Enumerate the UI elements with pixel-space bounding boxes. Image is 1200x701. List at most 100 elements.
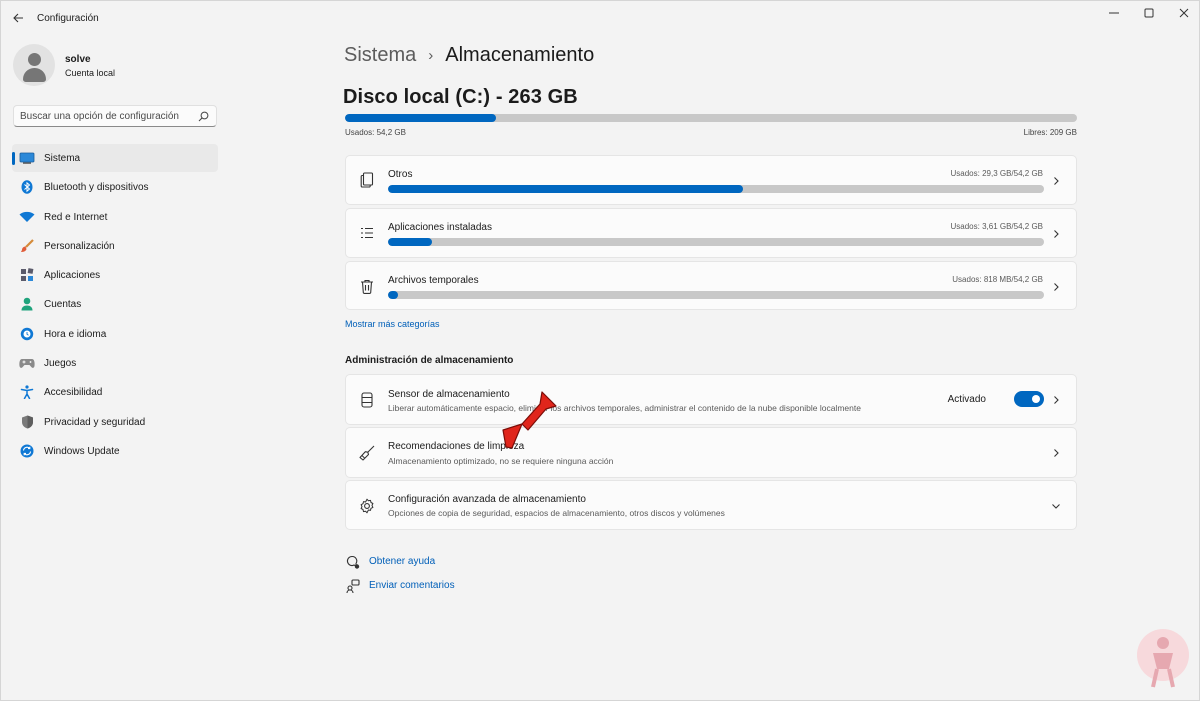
sidebar-item-label: Aplicaciones [44, 270, 101, 282]
sidebar-item-label: Sistema [44, 153, 81, 164]
send-feedback-label: Enviar comentarios [369, 580, 455, 591]
breadcrumb-parent[interactable]: Sistema [344, 44, 416, 67]
chevron-right-icon [1054, 230, 1059, 238]
watermark-logo-icon [1137, 629, 1189, 688]
cleanup-recommendations-card[interactable]: Recomendaciones de limpieza Almacenamien… [345, 427, 1077, 478]
sidebar-item-label: Personalización [44, 240, 115, 252]
bluetooth-icon [19, 180, 35, 195]
time-language-icon [19, 327, 35, 341]
sidebar-item-windows-update[interactable]: Windows Update [12, 437, 218, 465]
sidebar-item-privacidad[interactable]: Privacidad y seguridad [12, 408, 218, 436]
category-card-otros[interactable]: Otros Usados: 29,3 GB/54,2 GB [345, 155, 1077, 205]
close-icon [1179, 8, 1189, 18]
chevron-right-icon [1054, 283, 1059, 291]
title-bar: Configuración [0, 0, 1200, 36]
breadcrumb: Sistema › Almacenamiento [344, 44, 594, 67]
back-button[interactable] [6, 6, 30, 30]
sidebar-item-aplicaciones[interactable]: Aplicaciones [12, 261, 218, 289]
other-files-icon [358, 171, 376, 189]
sidebar-item-label: Hora e idioma [44, 328, 107, 340]
windows-update-icon [19, 444, 35, 458]
send-feedback-link[interactable]: Enviar comentarios [345, 578, 455, 594]
sidebar-nav: Sistema Bluetooth y dispositivos Red e I… [12, 144, 218, 466]
apps-icon [19, 268, 35, 282]
sidebar-item-label: Privacidad y seguridad [44, 416, 146, 428]
storage-sense-title: Sensor de almacenamiento [388, 389, 510, 400]
profile-account-type: Cuenta local [65, 68, 116, 78]
feedback-icon [345, 578, 361, 594]
disk-free-label: Libres: 209 GB [1023, 128, 1077, 137]
storage-sense-toggle[interactable] [1014, 391, 1044, 407]
app-title: Configuración [37, 13, 99, 24]
category-usage-fill [388, 291, 398, 299]
accessibility-icon [19, 385, 35, 400]
minimize-button[interactable] [1095, 0, 1133, 26]
chevron-right-icon [1054, 396, 1059, 404]
section-title: Administración de almacenamiento [345, 355, 514, 366]
sidebar-item-personalizacion[interactable]: Personalización [12, 232, 218, 260]
category-label: Aplicaciones instaladas [388, 222, 492, 233]
maximize-icon [1144, 8, 1154, 18]
category-label: Archivos temporales [388, 275, 479, 286]
search-input[interactable] [20, 110, 195, 123]
toggle-knob [1032, 395, 1040, 403]
sidebar-item-sistema[interactable]: Sistema [12, 144, 218, 172]
annotation-arrow-icon [502, 391, 557, 449]
avatar [13, 44, 55, 86]
search-icon[interactable] [198, 111, 209, 122]
shield-icon [19, 415, 35, 429]
minimize-icon [1109, 12, 1119, 14]
wifi-icon [19, 210, 35, 224]
sidebar-item-label: Cuentas [44, 299, 82, 311]
storage-sense-card[interactable]: Sensor de almacenamiento Liberar automát… [345, 374, 1077, 425]
sidebar-item-label: Juegos [44, 358, 77, 370]
installed-apps-icon [358, 224, 376, 242]
chevron-right-icon [1054, 177, 1059, 185]
toggle-state-label: Activado [947, 394, 986, 405]
cleanup-description: Almacenamiento optimizado, no se requier… [388, 456, 614, 466]
sidebar-item-hora-idioma[interactable]: Hora e idioma [12, 320, 218, 348]
category-card-aplicaciones[interactable]: Aplicaciones instaladas Usados: 3,61 GB/… [345, 208, 1077, 258]
sidebar-item-bluetooth[interactable]: Bluetooth y dispositivos [12, 173, 218, 201]
advanced-storage-description: Opciones de copia de seguridad, espacios… [388, 508, 725, 518]
category-usage-bar [388, 238, 1044, 246]
system-icon [19, 151, 35, 165]
category-usage-bar [388, 185, 1044, 193]
storage-sense-description: Liberar automáticamente espacio, elimina… [388, 403, 861, 413]
sidebar-item-label: Bluetooth y dispositivos [44, 182, 149, 194]
maximize-button[interactable] [1130, 0, 1168, 26]
category-usage-fill [388, 238, 432, 246]
gamepad-icon [19, 356, 35, 370]
brush-icon [19, 239, 35, 253]
arrow-left-icon [12, 13, 23, 23]
disk-usage-bar [345, 114, 1077, 122]
page-title: Almacenamiento [445, 44, 595, 66]
sidebar-item-label: Accesibilidad [44, 387, 103, 399]
trash-icon [358, 277, 376, 295]
sidebar-item-juegos[interactable]: Juegos [12, 349, 218, 377]
close-button[interactable] [1165, 0, 1200, 26]
chevron-right-icon [1054, 449, 1059, 457]
sidebar-item-accesibilidad[interactable]: Accesibilidad [12, 378, 218, 406]
category-card-temporales[interactable]: Archivos temporales Usados: 818 MB/54,2 … [345, 261, 1077, 310]
broom-icon [358, 444, 376, 462]
accounts-icon [19, 297, 35, 311]
gear-icon [358, 497, 376, 515]
advanced-storage-card[interactable]: Configuración avanzada de almacenamiento… [345, 480, 1077, 530]
sidebar-item-label: Windows Update [44, 445, 120, 457]
show-more-categories-link[interactable]: Mostrar más categorías [345, 319, 440, 329]
storage-drive-icon [358, 391, 376, 409]
advanced-storage-title: Configuración avanzada de almacenamiento [388, 494, 586, 505]
help-chat-icon [345, 554, 361, 570]
sidebar-item-cuentas[interactable]: Cuentas [12, 290, 218, 318]
category-usage: Usados: 3,61 GB/54,2 GB [950, 222, 1044, 231]
breadcrumb-separator: › [428, 47, 434, 64]
sidebar-item-label: Red e Internet [44, 211, 108, 223]
disk-usage-fill [345, 114, 496, 122]
get-help-link[interactable]: Obtener ayuda [345, 554, 435, 570]
user-profile[interactable]: solve Cuenta local [13, 44, 213, 90]
category-usage: Usados: 818 MB/54,2 GB [952, 275, 1043, 284]
search-box[interactable] [13, 105, 217, 127]
sidebar-item-red[interactable]: Red e Internet [12, 203, 218, 231]
disk-title: Disco local (C:) - 263 GB [343, 86, 578, 108]
